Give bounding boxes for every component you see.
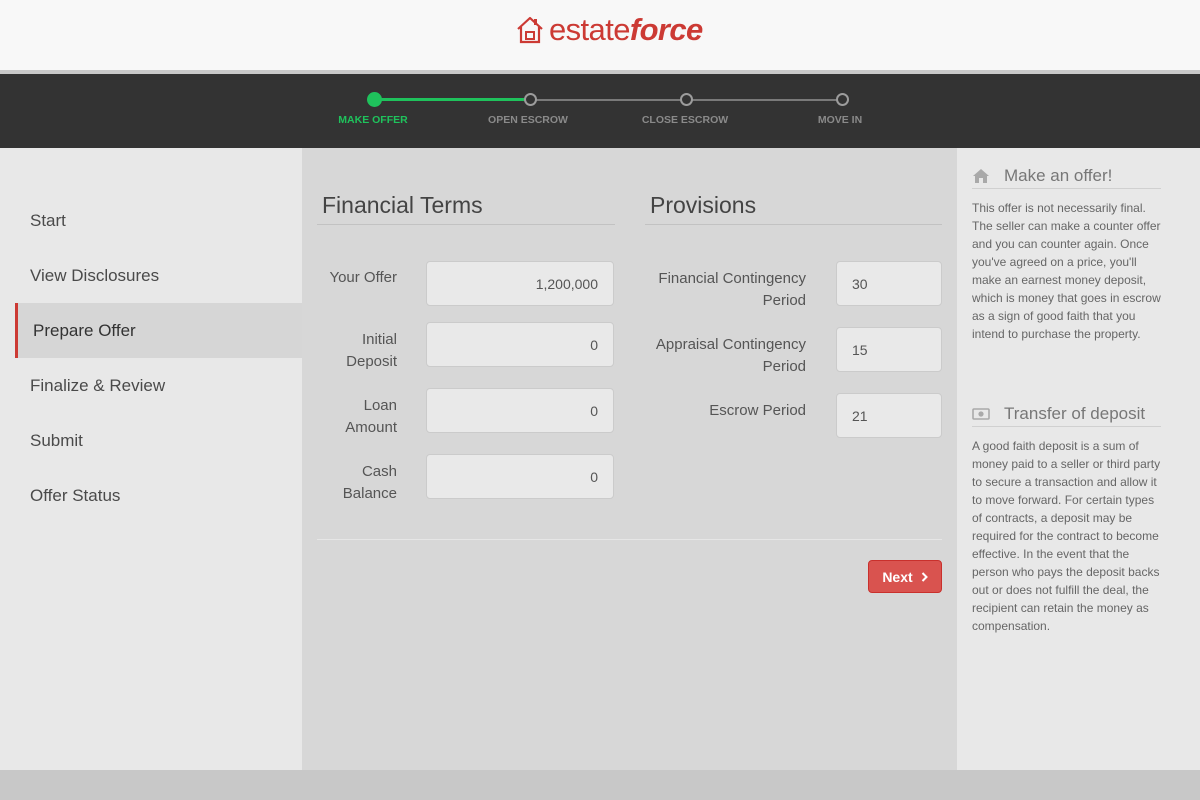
app-header: estateforce [0,0,1200,70]
step-label-close-escrow: CLOSE ESCROW [641,114,729,126]
sidebar-nav: Start View Disclosures Prepare Offer Fin… [0,148,302,770]
next-button[interactable]: Next [868,560,942,593]
appraisal-contingency-label: Appraisal Contingency Period [655,336,806,375]
help-title-make-offer: Make an offer! [1004,165,1113,185]
escrow-period-label: Escrow Period [709,402,806,419]
help-section-transfer-deposit: Transfer of deposit [972,401,1161,427]
step-dot-make-offer[interactable] [367,92,382,107]
brand-logo[interactable]: estateforce [515,12,703,48]
help-panel: Make an offer! This offer is not necessa… [957,148,1200,770]
financial-contingency-input[interactable]: 30 [836,261,942,306]
step-label-move-in: MOVE IN [817,114,863,126]
footer-bar [0,770,1200,800]
nav-item-prepare-offer[interactable]: Prepare Offer [15,303,302,358]
financial-terms-title: Financial Terms [322,192,483,218]
home-icon [973,168,989,183]
brand-name: estateforce [549,12,703,47]
cash-balance-input[interactable]: 0 [426,454,614,499]
your-offer-label: Your Offer [329,269,397,286]
provisions-title: Provisions [650,192,757,218]
loan-amount-input[interactable]: 0 [426,388,614,433]
next-button-label: Next [882,568,913,585]
help-text-transfer-deposit: A good faith deposit is a sum of money p… [972,439,1161,633]
cash-balance-label: Cash Balance [342,463,397,502]
nav-item-offer-status[interactable]: Offer Status [15,468,302,523]
step-label-open-escrow: OPEN ESCROW [488,114,568,126]
nav-item-finalize-review[interactable]: Finalize & Review [15,358,302,413]
progress-stepper: MAKE OFFER OPEN ESCROW CLOSE ESCROW MOVE… [0,74,1200,148]
financial-contingency-label: Financial Contingency Period [658,270,806,309]
house-icon [517,16,543,44]
offer-form: Financial Terms Provisions Your Offer 1,… [302,148,957,770]
step-dot-move-in[interactable] [836,93,849,106]
money-icon [972,407,990,420]
step-label-make-offer: MAKE OFFER [338,114,408,126]
nav-item-view-disclosures[interactable]: View Disclosures [15,248,302,303]
form-divider [317,539,942,540]
progress-track-complete [374,98,530,101]
initial-deposit-label: Initial Deposit [346,331,397,370]
step-dot-close-escrow[interactable] [680,93,693,106]
nav-item-start[interactable]: Start [15,193,302,248]
step-dot-open-escrow[interactable] [524,93,537,106]
help-section-make-offer: Make an offer! [972,163,1161,189]
help-title-transfer-deposit: Transfer of deposit [1004,403,1146,423]
nav-item-submit[interactable]: Submit [15,413,302,468]
help-text-make-offer: This offer is not necessarily final. The… [972,201,1161,341]
your-offer-input[interactable]: 1,200,000 [426,261,614,306]
escrow-period-input[interactable]: 21 [836,393,942,438]
loan-amount-label: Loan Amount [345,397,397,436]
financial-terms-rule [317,224,615,225]
appraisal-contingency-input[interactable]: 15 [836,327,942,372]
provisions-rule [645,224,942,225]
initial-deposit-input[interactable]: 0 [426,322,614,367]
chevron-right-icon [921,571,928,582]
